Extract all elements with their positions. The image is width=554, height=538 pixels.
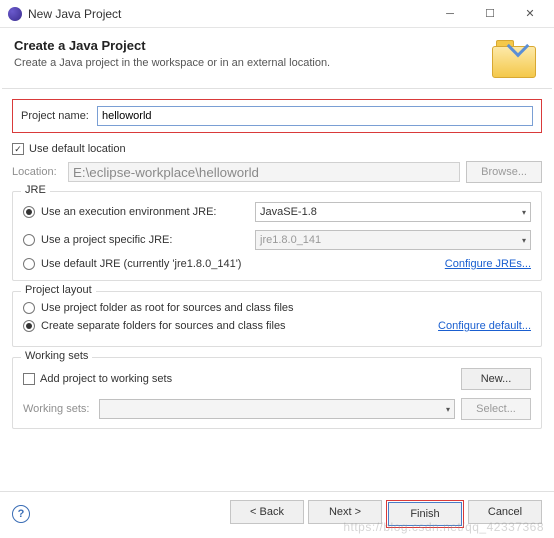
working-sets-select-row: Working sets: ▾ Select... bbox=[23, 398, 531, 420]
location-input bbox=[68, 162, 460, 182]
jre-default-label: Use default JRE (currently 'jre1.8.0_141… bbox=[41, 258, 241, 270]
jre-option-specific-row: Use a project specific JRE: jre1.8.0_141… bbox=[23, 230, 531, 250]
project-name-label: Project name: bbox=[21, 110, 97, 122]
dialog-header: Create a Java Project Create a Java proj… bbox=[0, 28, 554, 88]
jre-env-label: Use an execution environment JRE: bbox=[41, 206, 216, 218]
jre-specific-radio[interactable] bbox=[23, 234, 35, 246]
app-icon bbox=[8, 7, 22, 21]
jre-env-radio[interactable] bbox=[23, 206, 35, 218]
jre-specific-dropdown: jre1.8.0_141 ▾ bbox=[255, 230, 531, 250]
window-controls: ─ ☐ ✕ bbox=[430, 1, 550, 27]
use-default-location-checkbox[interactable] bbox=[12, 143, 24, 155]
layout-group: Project layout Use project folder as roo… bbox=[12, 291, 542, 347]
use-default-location-label: Use default location bbox=[29, 143, 126, 155]
chevron-down-icon: ▾ bbox=[446, 405, 450, 414]
add-to-working-sets-label: Add project to working sets bbox=[40, 373, 172, 385]
chevron-down-icon: ▾ bbox=[522, 236, 526, 245]
jre-env-value: JavaSE-1.8 bbox=[260, 206, 317, 218]
project-name-input[interactable] bbox=[97, 106, 533, 126]
working-sets-dropdown: ▾ bbox=[99, 399, 455, 419]
titlebar: New Java Project ─ ☐ ✕ bbox=[0, 0, 554, 28]
jre-option-env-row: Use an execution environment JRE: JavaSE… bbox=[23, 202, 531, 222]
jre-group: JRE Use an execution environment JRE: Ja… bbox=[12, 191, 542, 281]
jre-specific-value: jre1.8.0_141 bbox=[260, 234, 321, 246]
working-sets-label: Working sets: bbox=[23, 403, 99, 415]
project-name-row: Project name: bbox=[12, 99, 542, 133]
add-to-working-sets-checkbox[interactable] bbox=[23, 373, 35, 385]
jre-default-radio[interactable] bbox=[23, 258, 35, 270]
jre-env-dropdown[interactable]: JavaSE-1.8 ▾ bbox=[255, 202, 531, 222]
finish-highlight: Finish bbox=[386, 500, 464, 528]
layout-separate-label: Create separate folders for sources and … bbox=[41, 320, 286, 332]
location-row: Location: Browse... bbox=[12, 161, 542, 183]
dialog-footer: ? < Back Next > Finish Cancel bbox=[0, 491, 554, 538]
add-to-working-sets-row: Add project to working sets New... bbox=[23, 368, 531, 390]
finish-button[interactable]: Finish bbox=[388, 502, 462, 526]
configure-jres-link[interactable]: Configure JREs... bbox=[445, 258, 531, 270]
help-icon[interactable]: ? bbox=[12, 505, 30, 523]
page-subtitle: Create a Java project in the workspace o… bbox=[14, 57, 492, 69]
layout-root-radio[interactable] bbox=[23, 302, 35, 314]
chevron-down-icon: ▾ bbox=[522, 208, 526, 217]
layout-root-label: Use project folder as root for sources a… bbox=[41, 302, 294, 314]
new-working-set-button[interactable]: New... bbox=[461, 368, 531, 390]
back-button[interactable]: < Back bbox=[230, 500, 304, 524]
jre-option-default-row: Use default JRE (currently 'jre1.8.0_141… bbox=[23, 258, 531, 270]
next-button[interactable]: Next > bbox=[308, 500, 382, 524]
working-sets-group: Working sets Add project to working sets… bbox=[12, 357, 542, 429]
page-title: Create a Java Project bbox=[14, 38, 492, 53]
jre-specific-label: Use a project specific JRE: bbox=[41, 234, 172, 246]
browse-button: Browse... bbox=[466, 161, 542, 183]
cancel-button[interactable]: Cancel bbox=[468, 500, 542, 524]
configure-default-link[interactable]: Configure default... bbox=[438, 320, 531, 338]
wizard-icon bbox=[492, 38, 540, 78]
minimize-button[interactable]: ─ bbox=[430, 1, 470, 27]
location-label: Location: bbox=[12, 166, 68, 178]
jre-group-title: JRE bbox=[21, 184, 50, 196]
layout-option-root-row: Use project folder as root for sources a… bbox=[23, 302, 531, 314]
window-title: New Java Project bbox=[28, 7, 430, 21]
layout-separate-radio[interactable] bbox=[23, 320, 35, 332]
maximize-button[interactable]: ☐ bbox=[470, 1, 510, 27]
working-sets-group-title: Working sets bbox=[21, 350, 92, 362]
layout-option-separate-row: Create separate folders for sources and … bbox=[23, 320, 438, 332]
layout-group-title: Project layout bbox=[21, 284, 96, 296]
use-default-location-row[interactable]: Use default location bbox=[12, 143, 542, 155]
close-button[interactable]: ✕ bbox=[510, 1, 550, 27]
select-working-set-button: Select... bbox=[461, 398, 531, 420]
